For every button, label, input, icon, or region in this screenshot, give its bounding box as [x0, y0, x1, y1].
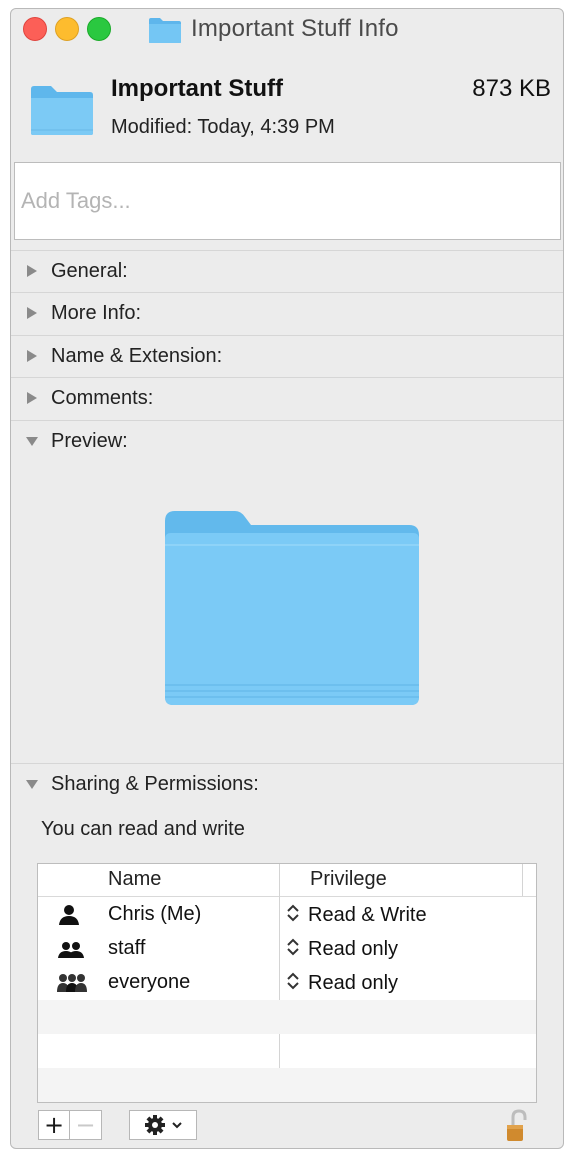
title-bar[interactable]: Important Stuff Info — [11, 9, 563, 49]
section-name-extension[interactable]: Name & Extension: — [11, 335, 563, 377]
close-button[interactable] — [23, 17, 47, 41]
folder-icon — [149, 18, 181, 43]
privilege-popup[interactable]: Read & Write — [284, 903, 427, 927]
gear-icon — [144, 1115, 165, 1135]
section-label: General: — [51, 260, 128, 282]
section-general[interactable]: General: — [11, 250, 563, 292]
folder-icon — [31, 86, 93, 135]
everyone-icon — [57, 974, 87, 992]
column-header-name[interactable]: Name — [108, 868, 161, 891]
privilege-popup[interactable]: Read only — [284, 937, 398, 961]
table-row[interactable]: Chris (Me) Read & Write — [38, 898, 536, 932]
table-row[interactable]: everyone Read only — [38, 966, 536, 1000]
disclosure-triangle-down-icon[interactable] — [25, 434, 39, 448]
permissions-table[interactable]: Name Privilege Chris (Me) Read & Write s… — [37, 863, 537, 1103]
up-down-arrows-icon — [287, 938, 299, 956]
unlocked-lock-icon[interactable] — [505, 1109, 531, 1143]
modified-date: Modified: Today, 4:39 PM — [111, 116, 335, 138]
user-name: Chris (Me) — [108, 903, 202, 925]
disclosure-triangle-icon[interactable] — [25, 306, 39, 320]
minimize-button[interactable] — [55, 17, 79, 41]
info-window: Important Stuff Info Important Stuff 873… — [10, 8, 564, 1149]
up-down-arrows-icon — [287, 904, 299, 922]
disclosure-triangle-down-icon[interactable] — [25, 777, 39, 791]
user-name: staff — [108, 937, 146, 959]
table-header: Name Privilege — [38, 864, 536, 897]
add-remove-buttons: + − — [38, 1110, 102, 1140]
table-row-empty — [38, 1034, 536, 1068]
table-row-empty — [38, 1000, 536, 1034]
section-label: Preview: — [51, 430, 128, 452]
chevron-down-icon — [171, 1122, 182, 1129]
window-title: Important Stuff Info — [191, 15, 399, 42]
item-name: Important Stuff — [111, 75, 283, 102]
permission-summary: You can read and write — [41, 818, 245, 840]
section-more-info[interactable]: More Info: — [11, 292, 563, 334]
action-menu-button[interactable] — [129, 1110, 197, 1140]
remove-user-button[interactable]: − — [70, 1110, 102, 1140]
disclosure-triangle-icon[interactable] — [25, 264, 39, 278]
single-user-icon — [59, 905, 79, 925]
up-down-arrows-icon — [287, 972, 299, 990]
zoom-button[interactable] — [87, 17, 111, 41]
add-user-button[interactable]: + — [38, 1110, 70, 1140]
table-row[interactable]: staff Read only — [38, 932, 536, 966]
section-label: Name & Extension: — [51, 345, 223, 367]
section-preview[interactable]: Preview: — [11, 420, 563, 462]
section-comments[interactable]: Comments: — [11, 377, 563, 419]
disclosure-triangle-icon[interactable] — [25, 349, 39, 363]
item-size: 873 KB — [472, 75, 551, 102]
user-name: everyone — [108, 971, 191, 993]
section-label: Sharing & Permissions: — [51, 773, 259, 795]
tags-input[interactable] — [14, 162, 561, 240]
table-row-empty — [38, 1068, 536, 1102]
privilege-value: Read & Write — [308, 904, 427, 926]
group-icon — [58, 942, 84, 958]
column-header-privilege[interactable]: Privilege — [310, 868, 387, 891]
privilege-value: Read only — [308, 972, 399, 994]
section-label: Comments: — [51, 387, 154, 409]
section-label: More Info: — [51, 302, 142, 324]
disclosure-triangle-icon[interactable] — [25, 391, 39, 405]
folder-preview-icon — [165, 511, 419, 705]
privilege-popup[interactable]: Read only — [284, 971, 398, 995]
privilege-value: Read only — [308, 938, 399, 960]
section-sharing-permissions[interactable]: Sharing & Permissions: — [11, 763, 563, 805]
